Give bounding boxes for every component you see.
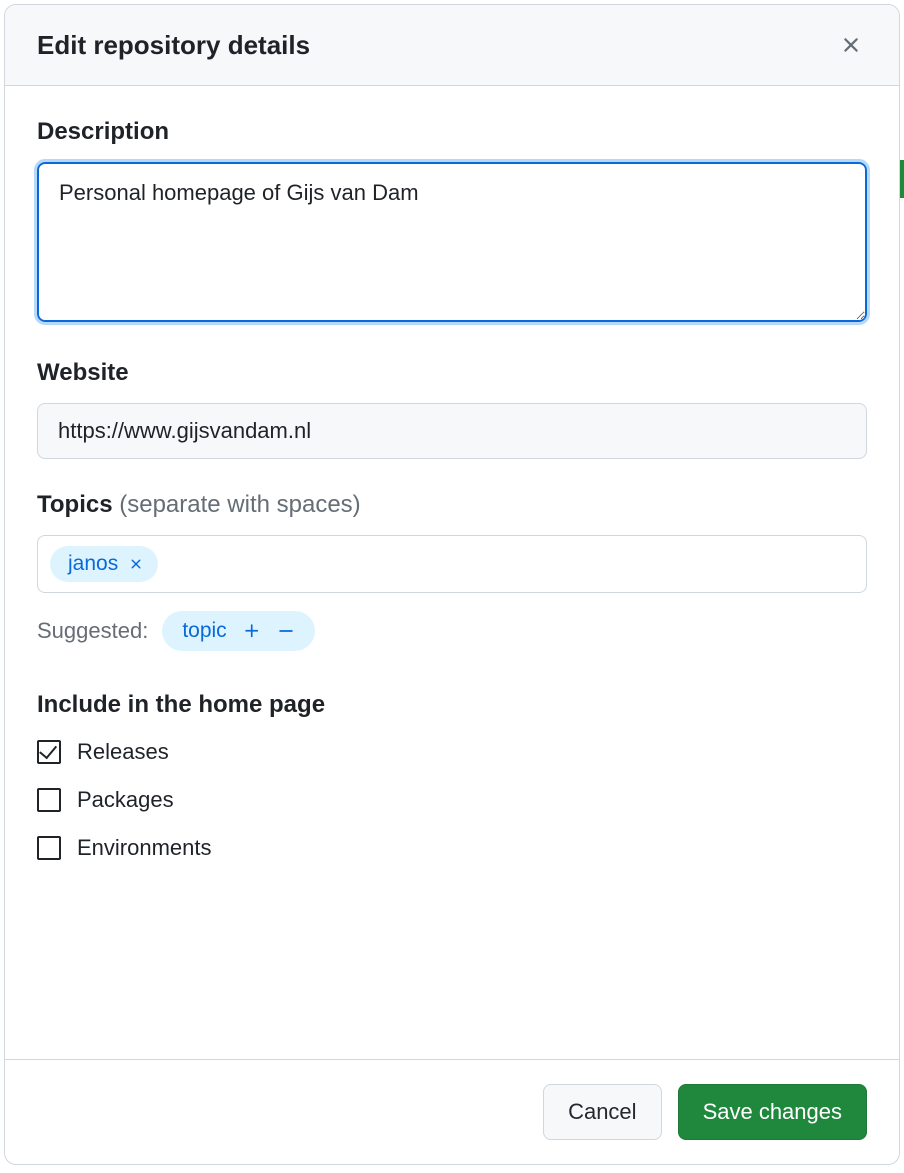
topic-tag: janos [50, 546, 158, 582]
suggested-topic: topic [162, 611, 314, 651]
topic-remove-button[interactable] [128, 556, 144, 572]
topics-input-container[interactable]: janos [37, 535, 867, 593]
background-strip [900, 160, 904, 198]
dialog-header: Edit repository details [5, 5, 899, 86]
website-label: Website [37, 359, 867, 387]
minus-icon [277, 622, 295, 640]
close-icon [839, 33, 863, 57]
topics-label-text: Topics [37, 491, 113, 518]
edit-repo-dialog: Edit repository details Description Webs… [4, 4, 900, 1165]
suggested-topic-label: topic [182, 619, 226, 643]
dialog-footer: Cancel Save changes [5, 1059, 899, 1164]
include-section-title: Include in the home page [37, 691, 867, 719]
description-label: Description [37, 118, 867, 146]
environments-label[interactable]: Environments [77, 835, 212, 861]
description-group: Description [37, 118, 867, 327]
add-topic-button[interactable] [243, 622, 261, 640]
close-button[interactable] [835, 29, 867, 61]
topics-hint: (separate with spaces) [119, 491, 360, 518]
cancel-button[interactable]: Cancel [543, 1084, 661, 1140]
checkbox-row-environments: Environments [37, 835, 867, 861]
packages-checkbox[interactable] [37, 788, 61, 812]
topics-label: Topics (separate with spaces) [37, 491, 867, 519]
topic-tag-label: janos [68, 552, 118, 576]
releases-label[interactable]: Releases [77, 739, 169, 765]
topics-group: Topics (separate with spaces) janos Sugg… [37, 491, 867, 651]
environments-checkbox[interactable] [37, 836, 61, 860]
checkbox-row-packages: Packages [37, 787, 867, 813]
close-icon [128, 556, 144, 572]
website-input[interactable] [37, 403, 867, 459]
checkbox-row-releases: Releases [37, 739, 867, 765]
description-input[interactable] [37, 162, 867, 322]
packages-label[interactable]: Packages [77, 787, 174, 813]
dialog-title: Edit repository details [37, 30, 310, 61]
suggested-row: Suggested: topic [37, 611, 867, 651]
releases-checkbox[interactable] [37, 740, 61, 764]
website-group: Website [37, 359, 867, 459]
remove-topic-button[interactable] [277, 622, 295, 640]
suggested-label: Suggested: [37, 618, 148, 644]
dialog-body: Description Website Topics (separate wit… [5, 86, 899, 1059]
save-button[interactable]: Save changes [678, 1084, 867, 1140]
plus-icon [243, 622, 261, 640]
